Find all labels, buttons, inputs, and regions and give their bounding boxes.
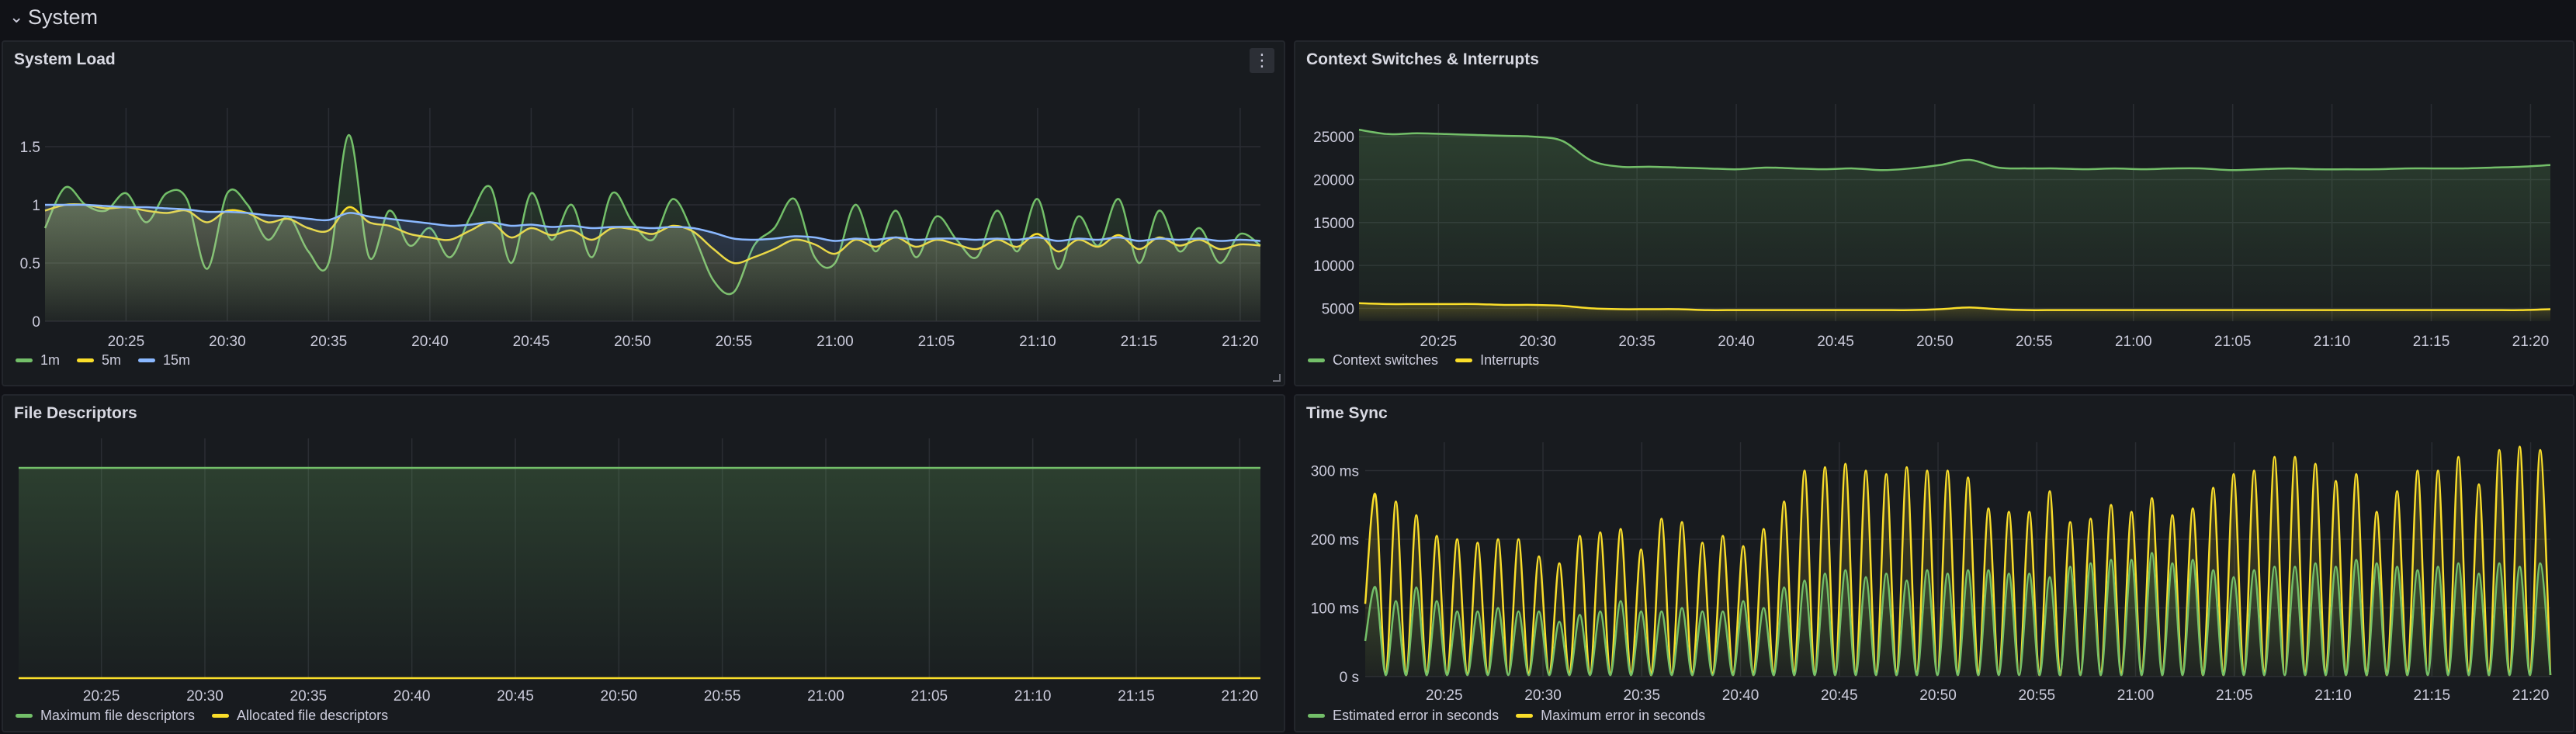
legend-item-5m[interactable]: 5m bbox=[77, 352, 121, 369]
x-tick-label: 20:40 bbox=[1718, 334, 1755, 350]
x-tick-label: 20:35 bbox=[290, 688, 328, 705]
series-area bbox=[19, 468, 1260, 678]
x-tick-label: 20:45 bbox=[513, 334, 550, 350]
file-descriptors-chart: 20:25 20:30 20:35 20:40 20:45 20:50 20:55 21:00… bbox=[19, 438, 1260, 705]
x-tick-label: 20:50 bbox=[601, 688, 638, 705]
x-tick-label: 20:55 bbox=[2019, 687, 2056, 704]
x-tick-label: 20:40 bbox=[411, 334, 449, 350]
time-sync-panel: Time Sync 0 s 100 ms 200 ms 300 ms 20:25 20:3… bbox=[1294, 394, 2574, 732]
system-load-panel: System Load ⋮ 0 0.5 1 1.5 20:25 20:30 20:35 20:… bbox=[2, 40, 1285, 386]
x-tick-label: 20:25 bbox=[1420, 334, 1458, 350]
x-tick-label: 21:20 bbox=[1222, 334, 1259, 350]
x-tick-label: 20:35 bbox=[310, 334, 348, 350]
x-tick-label: 20:35 bbox=[1624, 687, 1661, 704]
y-tick-label: 0 s bbox=[1340, 670, 1359, 686]
x-tick-label: 20:55 bbox=[704, 688, 741, 705]
x-tick-label: 21:15 bbox=[2414, 687, 2451, 704]
chevron-down-icon[interactable]: ⌄ bbox=[9, 7, 25, 27]
y-tick-label: 5000 bbox=[1322, 301, 1354, 317]
x-tick-label: 20:30 bbox=[1519, 334, 1556, 350]
y-tick-label: 200 ms bbox=[1311, 532, 1359, 549]
y-tick-label: 300 ms bbox=[1311, 464, 1359, 480]
system-load-chart: 0 0.5 1 1.5 20:25 20:30 20:35 20:40 20:45 20:50 20… bbox=[20, 108, 1261, 350]
context-switches-panel: Context Switches & Interrupts 5000 10000 1… bbox=[1294, 40, 2574, 386]
x-tick-label: 21:10 bbox=[2314, 334, 2351, 350]
y-tick-label: 1 bbox=[32, 198, 40, 214]
legend: Estimated error in seconds Maximum error… bbox=[1308, 708, 1705, 724]
legend-item-context-switches[interactable]: Context switches bbox=[1308, 352, 1438, 369]
x-tick-label: 21:10 bbox=[2314, 687, 2352, 704]
x-tick-label: 20:30 bbox=[1524, 687, 1562, 704]
legend: Maximum file descriptors Allocated file … bbox=[16, 708, 388, 724]
x-tick-label: 21:00 bbox=[807, 688, 844, 705]
x-tick-label: 20:55 bbox=[2016, 334, 2053, 350]
x-tick-label: 21:00 bbox=[816, 334, 854, 350]
x-tick-label: 21:00 bbox=[2117, 687, 2155, 704]
x-tick-label: 20:25 bbox=[83, 688, 120, 705]
legend-item-maximum-error[interactable]: Maximum error in seconds bbox=[1516, 708, 1705, 724]
x-tick-label: 21:05 bbox=[911, 688, 948, 705]
legend-item-max-fd[interactable]: Maximum file descriptors bbox=[16, 708, 195, 724]
x-tick-label: 21:15 bbox=[1121, 334, 1158, 350]
y-tick-label: 100 ms bbox=[1311, 601, 1359, 618]
x-tick-label: 21:20 bbox=[2512, 687, 2550, 704]
x-tick-label: 20:50 bbox=[1919, 687, 1957, 704]
x-tick-label: 20:50 bbox=[614, 334, 651, 350]
legend-item-1m[interactable]: 1m bbox=[16, 352, 60, 369]
x-tick-label: 20:30 bbox=[209, 334, 246, 350]
x-tick-label: 20:50 bbox=[1916, 334, 1954, 350]
y-tick-label: 1.5 bbox=[20, 140, 40, 156]
series-area bbox=[1359, 130, 2550, 321]
legend-item-estimated-error[interactable]: Estimated error in seconds bbox=[1308, 708, 1499, 724]
time-sync-chart: 0 s 100 ms 200 ms 300 ms 20:25 20:30 20:35 20:4… bbox=[1311, 442, 2552, 704]
legend-item-15m[interactable]: 15m bbox=[138, 352, 190, 369]
row-title: System bbox=[28, 5, 99, 29]
x-tick-label: 20:40 bbox=[1722, 687, 1760, 704]
x-tick-label: 20:25 bbox=[108, 334, 145, 350]
y-tick-label: 15000 bbox=[1313, 216, 1354, 232]
x-tick-label: 21:20 bbox=[1222, 688, 1259, 705]
x-tick-label: 21:05 bbox=[918, 334, 955, 350]
x-tick-label: 21:05 bbox=[2216, 687, 2253, 704]
x-tick-label: 21:05 bbox=[2214, 334, 2252, 350]
x-tick-label: 20:45 bbox=[497, 688, 534, 705]
x-tick-label: 21:15 bbox=[2413, 334, 2450, 350]
x-tick-label: 20:40 bbox=[394, 688, 431, 705]
y-tick-label: 0.5 bbox=[20, 256, 40, 272]
context-switches-chart: 5000 10000 15000 20000 25000 20:25 20:30 20:35 2… bbox=[1313, 104, 2551, 350]
legend-item-interrupts[interactable]: Interrupts bbox=[1455, 352, 1539, 369]
x-tick-label: 20:35 bbox=[1618, 334, 1656, 350]
x-tick-label: 21:20 bbox=[2512, 334, 2550, 350]
x-tick-label: 20:30 bbox=[186, 688, 224, 705]
y-tick-label: 25000 bbox=[1313, 130, 1354, 146]
y-tick-label: 20000 bbox=[1313, 172, 1354, 189]
legend: 1m 5m 15m bbox=[16, 352, 190, 369]
row-header-system[interactable]: ⌄ System bbox=[0, 0, 2576, 34]
y-tick-label: 10000 bbox=[1313, 258, 1354, 275]
x-tick-label: 20:25 bbox=[1426, 687, 1463, 704]
y-tick-label: 0 bbox=[32, 314, 40, 331]
legend: Context switches Interrupts bbox=[1308, 352, 1539, 369]
x-tick-label: 21:10 bbox=[1019, 334, 1056, 350]
x-tick-label: 20:55 bbox=[716, 334, 753, 350]
file-descriptors-panel: File Descriptors 20:25 20:30 20:35 20:40 20:… bbox=[2, 394, 1285, 732]
resize-handle[interactable] bbox=[1273, 374, 1281, 382]
x-tick-label: 21:00 bbox=[2115, 334, 2152, 350]
x-tick-label: 20:45 bbox=[1821, 687, 1858, 704]
legend-item-alloc-fd[interactable]: Allocated file descriptors bbox=[212, 708, 388, 724]
x-tick-label: 20:45 bbox=[1817, 334, 1854, 350]
x-tick-label: 21:15 bbox=[1118, 688, 1155, 705]
x-tick-label: 21:10 bbox=[1014, 688, 1052, 705]
